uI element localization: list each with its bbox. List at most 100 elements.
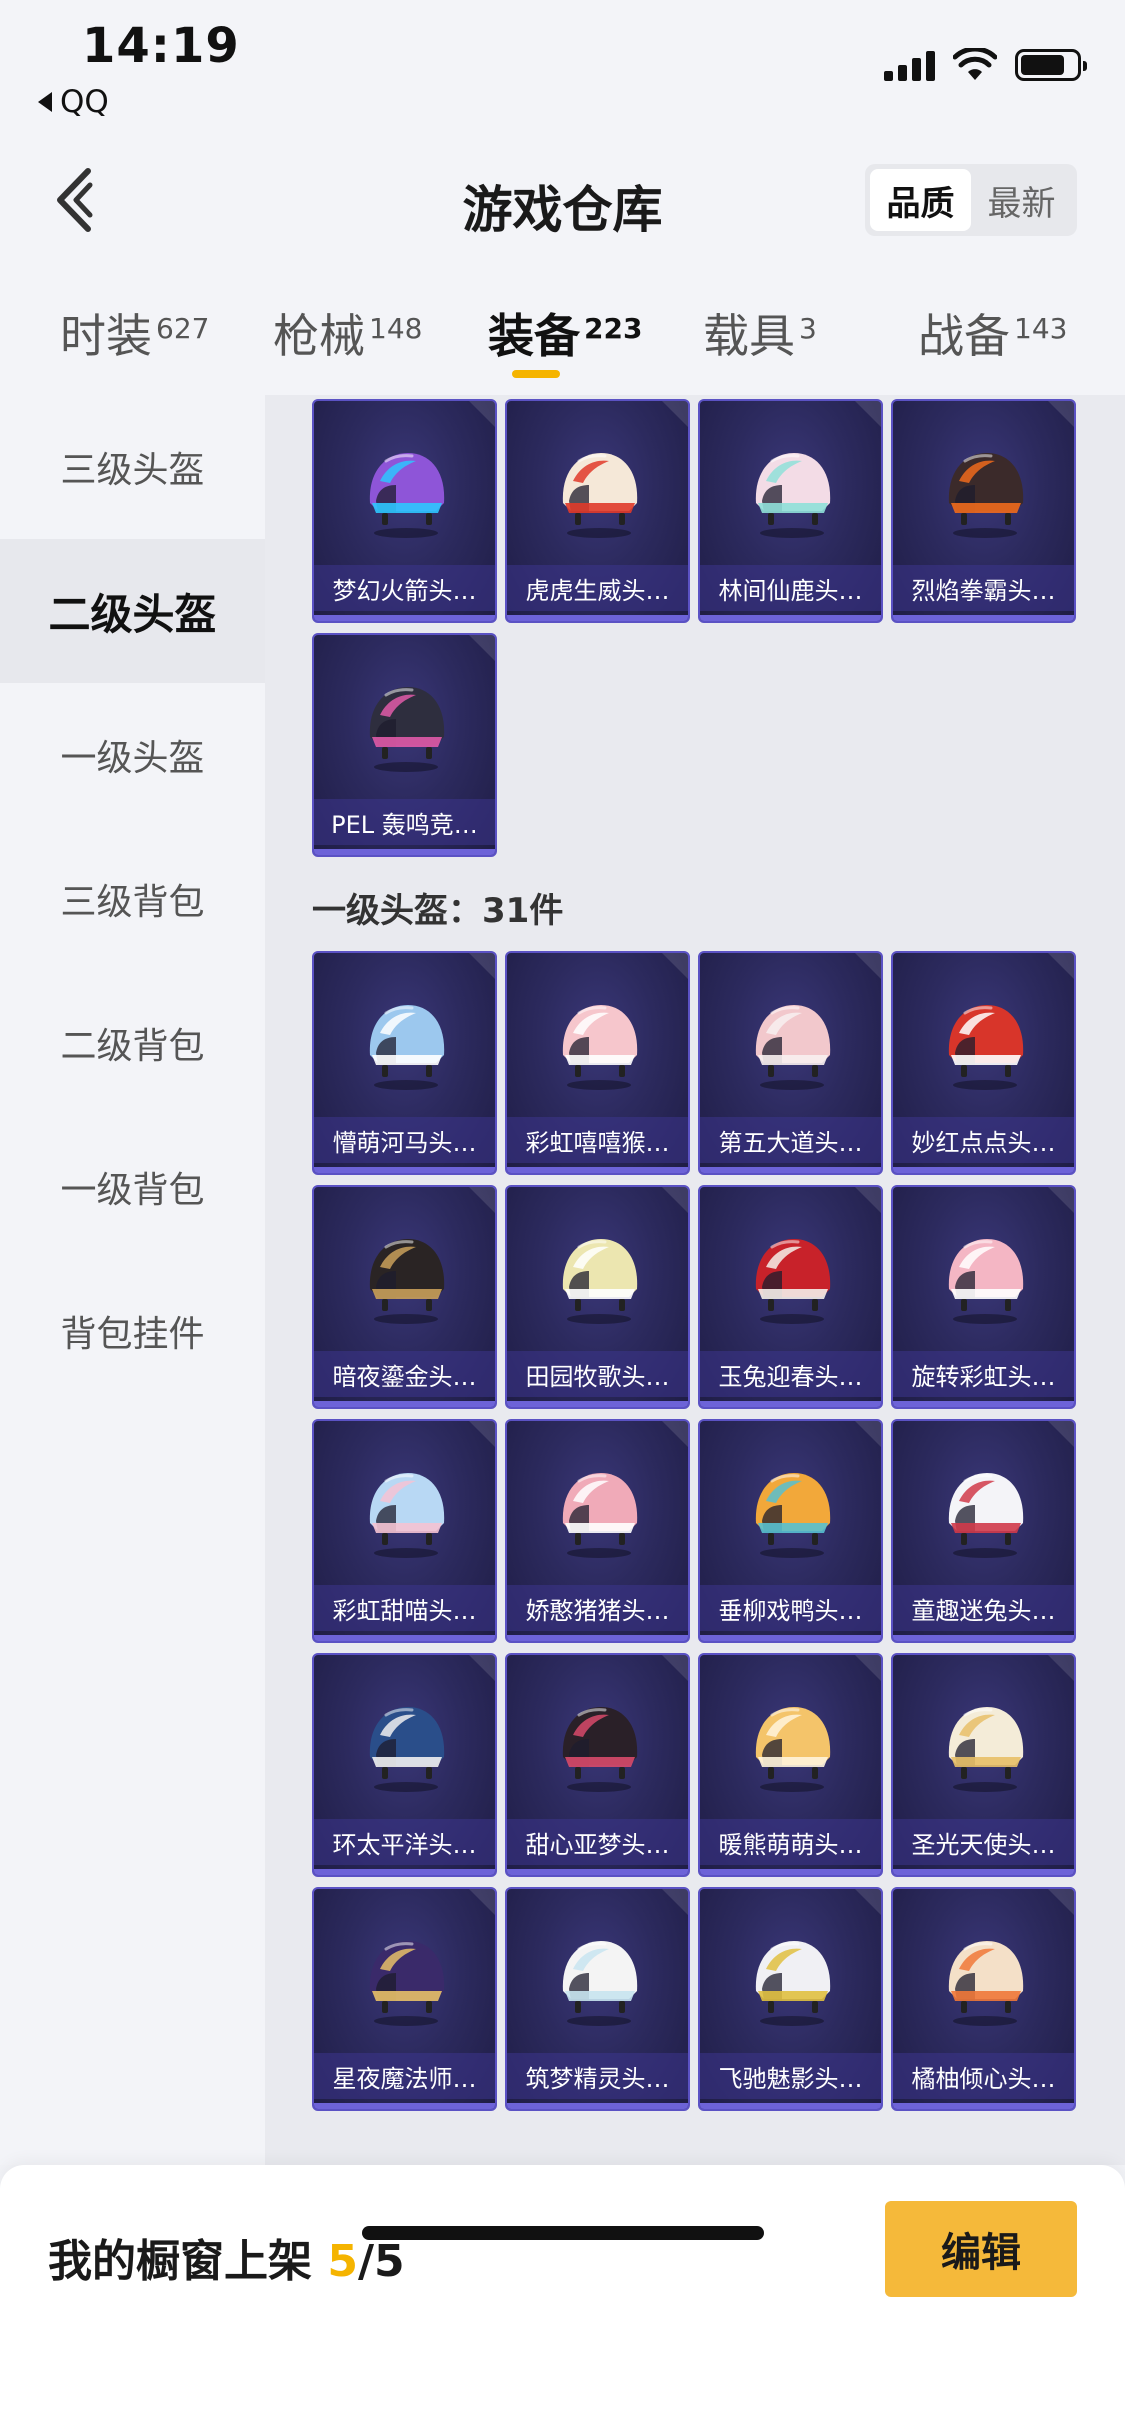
helmet-card[interactable]: 彩虹嘻嘻猴… — [505, 951, 690, 1175]
tab-fashion[interactable]: 时装 627 — [60, 300, 209, 366]
subcategory-sidebar: 三级头盔 二级头盔 一级头盔 三级背包 二级背包 一级背包 背包挂件 — [0, 395, 265, 2165]
back-to-app-link[interactable]: QQ — [38, 84, 109, 120]
helmet-card-name: 梦幻火箭头… — [314, 565, 495, 611]
sidebar-item-level1-helmet[interactable]: 一级头盔 — [0, 683, 265, 827]
level1-section-title: 一级头盔：31件 — [312, 891, 564, 931]
helmet-card[interactable]: 妙红点点头… — [891, 951, 1076, 1175]
showcase-panel: 我的橱窗上架 5/5 编辑 — [0, 2165, 1125, 2436]
helmet-icon — [948, 1941, 1024, 2026]
home-indicator[interactable] — [362, 2226, 764, 2240]
helmet-card-name: 暖熊萌萌头… — [700, 1819, 881, 1865]
helmet-card[interactable]: 童趣迷兔头… — [891, 1419, 1076, 1643]
sidebar-item-level2-helmet[interactable]: 二级头盔 — [0, 539, 265, 683]
tab-vehicles[interactable]: 载具 3 — [703, 300, 817, 366]
helmet-icon — [755, 1473, 831, 1558]
helmet-card-name: 童趣迷兔头… — [893, 1585, 1074, 1631]
helmet-icon — [562, 1707, 638, 1792]
helmet-icon — [369, 1473, 445, 1558]
tab-count: 3 — [799, 312, 817, 345]
helmet-card[interactable]: 第五大道头… — [698, 951, 883, 1175]
helmet-card-name: 烈焰拳霸头… — [893, 565, 1074, 611]
tab-supplies[interactable]: 战备 143 — [918, 300, 1067, 366]
level1-helmet-grid: 懵萌河马头… 彩虹嘻嘻猴… 第五大道头… 妙红点点头… 暗夜鎏金头… 田园牧歌头… 玉兔迎春… — [312, 951, 1076, 2111]
helmet-icon — [562, 453, 638, 538]
tab-label: 装备 — [488, 309, 580, 363]
helmet-card[interactable]: 林间仙鹿头… — [698, 399, 883, 623]
helmet-card[interactable]: 环太平洋头… — [312, 1653, 497, 1877]
status-time: 14:19 — [82, 18, 240, 74]
sidebar-item-level3-helmet[interactable]: 三级头盔 — [0, 395, 265, 539]
helmet-icon — [948, 1707, 1024, 1792]
tab-equipment[interactable]: 装备 223 — [488, 300, 642, 366]
tab-count: 143 — [1014, 312, 1068, 345]
helmet-card[interactable]: 玉兔迎春头… — [698, 1185, 883, 1409]
edit-button[interactable]: 编辑 — [885, 2201, 1077, 2297]
tab-count: 148 — [369, 312, 423, 345]
helmet-card[interactable]: 娇憨猪猪头… — [505, 1419, 690, 1643]
tab-count: 627 — [156, 312, 210, 345]
showcase-total-count: /5 — [357, 2236, 405, 2287]
helmet-icon — [562, 1941, 638, 2026]
helmet-icon — [948, 1239, 1024, 1324]
battery-icon — [1015, 49, 1087, 81]
helmet-card[interactable]: 田园牧歌头… — [505, 1185, 690, 1409]
showcase-label: 我的橱窗上架 — [48, 2236, 328, 2287]
helmet-card[interactable]: 圣光天使头… — [891, 1653, 1076, 1877]
helmet-card-name: 彩虹嘻嘻猴… — [507, 1117, 688, 1163]
helmet-card-name: 甜心亚梦头… — [507, 1819, 688, 1865]
helmet-card-name: 垂柳戏鸭头… — [700, 1585, 881, 1631]
helmet-card[interactable]: 梦幻火箭头… — [312, 399, 497, 623]
helmet-card[interactable]: 懵萌河马头… — [312, 951, 497, 1175]
helmet-card[interactable]: 虎虎生威头… — [505, 399, 690, 623]
helmet-card-name: 林间仙鹿头… — [700, 565, 881, 611]
helmet-icon — [948, 453, 1024, 538]
helmet-card-name: 筑梦精灵头… — [507, 2053, 688, 2099]
helmet-card-name: PEL 轰鸣竞… — [314, 799, 495, 845]
sidebar-item-level2-backpack[interactable]: 二级背包 — [0, 971, 265, 1115]
sidebar-item-level3-backpack[interactable]: 三级背包 — [0, 827, 265, 971]
helmet-card-name: 彩虹甜喵头… — [314, 1585, 495, 1631]
helmet-icon — [369, 1941, 445, 2026]
sort-toggle: 品质 最新 — [865, 164, 1077, 236]
helmet-icon — [562, 1239, 638, 1324]
helmet-icon — [755, 453, 831, 538]
helmet-card[interactable]: 垂柳戏鸭头… — [698, 1419, 883, 1643]
sort-newest-button[interactable]: 最新 — [971, 169, 1072, 231]
helmet-card[interactable]: 星夜魔法师… — [312, 1887, 497, 2111]
helmet-card-name: 妙红点点头… — [893, 1117, 1074, 1163]
helmet-card[interactable]: 暗夜鎏金头… — [312, 1185, 497, 1409]
tab-label: 时装 — [60, 309, 152, 363]
helmet-card[interactable]: PEL 轰鸣竞… — [312, 633, 497, 857]
helmet-card[interactable]: 彩虹甜喵头… — [312, 1419, 497, 1643]
helmet-card-name: 虎虎生威头… — [507, 565, 688, 611]
helmet-card-name: 暗夜鎏金头… — [314, 1351, 495, 1397]
helmet-icon — [369, 1707, 445, 1792]
helmet-icon — [755, 1941, 831, 2026]
helmet-icon — [369, 1239, 445, 1324]
helmet-card-name: 旋转彩虹头… — [893, 1351, 1074, 1397]
item-content-area: 梦幻火箭头… 虎虎生威头… 林间仙鹿头… 烈焰拳霸头… PEL 轰鸣竞… 一级头盔：31… — [265, 395, 1125, 2165]
system-icons — [884, 48, 1087, 82]
helmet-card[interactable]: 烈焰拳霸头… — [891, 399, 1076, 623]
helmet-card[interactable]: 飞驰魅影头… — [698, 1887, 883, 2111]
tab-label: 载具 — [703, 309, 795, 363]
helmet-card[interactable]: 筑梦精灵头… — [505, 1887, 690, 2111]
helmet-card[interactable]: 甜心亚梦头… — [505, 1653, 690, 1877]
helmet-card-name: 娇憨猪猪头… — [507, 1585, 688, 1631]
tab-firearms[interactable]: 枪械 148 — [273, 300, 422, 366]
sidebar-item-level1-backpack[interactable]: 一级背包 — [0, 1115, 265, 1259]
helmet-card-name: 懵萌河马头… — [314, 1117, 495, 1163]
sort-quality-button[interactable]: 品质 — [870, 169, 971, 231]
back-app-label: QQ — [60, 84, 109, 120]
cellular-signal-icon — [884, 49, 935, 81]
back-triangle-icon — [38, 92, 52, 112]
helmet-card[interactable]: 旋转彩虹头… — [891, 1185, 1076, 1409]
helmet-card-name: 第五大道头… — [700, 1117, 881, 1163]
helmet-icon — [948, 1005, 1024, 1090]
helmet-card-name: 圣光天使头… — [893, 1819, 1074, 1865]
sidebar-item-backpack-pendant[interactable]: 背包挂件 — [0, 1259, 265, 1403]
helmet-icon — [755, 1239, 831, 1324]
status-bar: 14:19 QQ — [0, 0, 1125, 130]
helmet-card[interactable]: 橘柚倾心头… — [891, 1887, 1076, 2111]
helmet-card[interactable]: 暖熊萌萌头… — [698, 1653, 883, 1877]
